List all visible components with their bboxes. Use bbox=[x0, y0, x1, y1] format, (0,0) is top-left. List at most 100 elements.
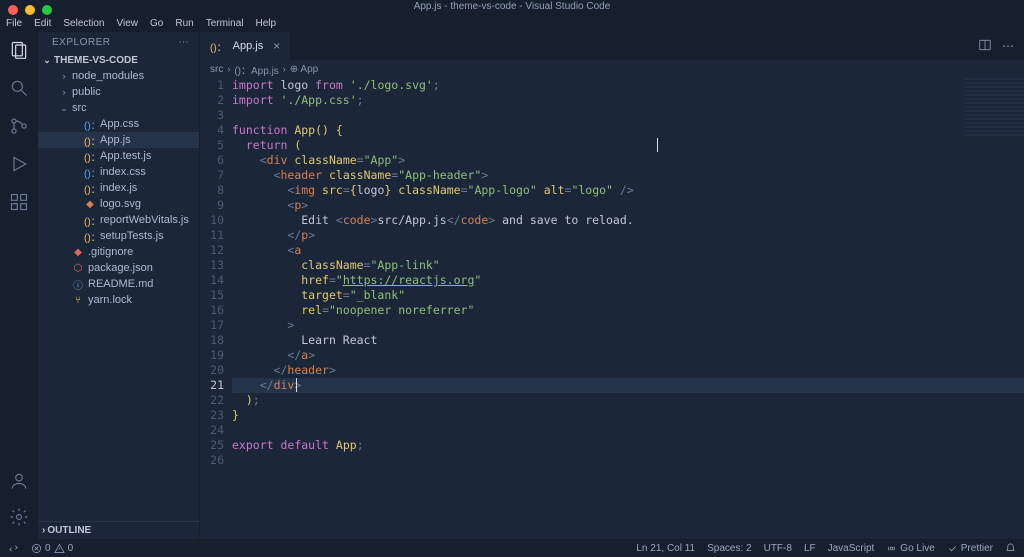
explorer-icon[interactable] bbox=[9, 40, 29, 60]
go-live[interactable]: Go Live bbox=[886, 543, 934, 554]
js-file-icon: ()： bbox=[84, 181, 96, 196]
code-line[interactable]: import './App.css'; bbox=[232, 93, 1024, 108]
code-line[interactable] bbox=[232, 453, 1024, 468]
menu-go[interactable]: Go bbox=[150, 18, 163, 29]
code-line[interactable]: <img src={logo} className="App-logo" alt… bbox=[232, 183, 1024, 198]
file-package-json[interactable]: ⬡package.json bbox=[38, 260, 199, 276]
notifications-icon[interactable] bbox=[1005, 543, 1016, 554]
code-line[interactable]: function App() { bbox=[232, 123, 1024, 138]
more-icon[interactable]: ⋯ bbox=[179, 37, 190, 48]
code-line[interactable]: <header className="App-header"> bbox=[232, 168, 1024, 183]
debug-icon[interactable] bbox=[9, 154, 29, 174]
code-line[interactable]: Learn React bbox=[232, 333, 1024, 348]
window-controls bbox=[8, 5, 52, 15]
title-bar: App.js - theme-vs-code - Visual Studio C… bbox=[0, 0, 1024, 14]
folder-node-modules[interactable]: ›node_modules bbox=[38, 68, 199, 84]
code-line[interactable]: href="https://reactjs.org" bbox=[232, 273, 1024, 288]
file-yarn-lock[interactable]: ⑂yarn.lock bbox=[38, 292, 199, 308]
indentation[interactable]: Spaces: 2 bbox=[707, 543, 751, 554]
code-line[interactable]: className="App-link" bbox=[232, 258, 1024, 273]
menu-terminal[interactable]: Terminal bbox=[206, 18, 244, 29]
file-reportwebvitals-js[interactable]: ()：reportWebVitals.js bbox=[38, 212, 199, 228]
file-index-css[interactable]: ()：index.css bbox=[38, 164, 199, 180]
file--gitignore[interactable]: ◆.gitignore bbox=[38, 244, 199, 260]
extensions-icon[interactable] bbox=[9, 192, 29, 212]
menu-view[interactable]: View bbox=[117, 18, 139, 29]
close-tab-icon[interactable]: × bbox=[273, 39, 280, 53]
code-line[interactable]: ); bbox=[232, 393, 1024, 408]
sidebar-title: EXPLORER ⋯ bbox=[38, 32, 199, 53]
code-editor[interactable]: 1234567891011121314151617181920212223242… bbox=[200, 78, 1024, 539]
file-readme-md[interactable]: ⓘREADME.md bbox=[38, 276, 199, 292]
code-content[interactable]: import logo from './logo.svg';import './… bbox=[232, 78, 1024, 539]
tab-app-js[interactable]: ()： App.js × bbox=[200, 32, 290, 60]
file-label: .gitignore bbox=[88, 246, 133, 258]
problems-indicator[interactable]: 0 0 bbox=[31, 543, 73, 554]
menu-run[interactable]: Run bbox=[175, 18, 193, 29]
language-mode[interactable]: JavaScript bbox=[828, 543, 875, 554]
code-line[interactable]: </a> bbox=[232, 348, 1024, 363]
prettier-status[interactable]: Prettier bbox=[947, 543, 993, 554]
code-line[interactable]: return ( bbox=[232, 138, 1024, 153]
file-label: node_modules bbox=[72, 70, 144, 82]
outline-header[interactable]: › OUTLINE bbox=[38, 521, 199, 539]
breadcrumb-segment[interactable]: ()：App.js bbox=[234, 62, 278, 77]
file-label: index.css bbox=[100, 166, 146, 178]
settings-gear-icon[interactable] bbox=[9, 507, 29, 527]
menu-help[interactable]: Help bbox=[256, 18, 277, 29]
code-line[interactable] bbox=[232, 108, 1024, 123]
code-line[interactable]: </header> bbox=[232, 363, 1024, 378]
chevron-icon: › bbox=[60, 87, 68, 97]
close-window-button[interactable] bbox=[8, 5, 18, 15]
minimize-window-button[interactable] bbox=[25, 5, 35, 15]
code-line[interactable]: <p> bbox=[232, 198, 1024, 213]
more-actions-icon[interactable]: ⋯ bbox=[1002, 39, 1014, 53]
sidebar: EXPLORER ⋯ ⌄ THEME-VS-CODE ›node_modules… bbox=[38, 32, 200, 539]
file-app-css[interactable]: ()：App.css bbox=[38, 116, 199, 132]
maximize-window-button[interactable] bbox=[42, 5, 52, 15]
tab-label: App.js bbox=[233, 40, 264, 52]
breadcrumb-segment[interactable]: ⊕ App bbox=[290, 64, 318, 75]
js-file-icon: ()： bbox=[84, 229, 96, 244]
menu-selection[interactable]: Selection bbox=[63, 18, 104, 29]
encoding[interactable]: UTF-8 bbox=[764, 543, 792, 554]
code-line[interactable]: </div> bbox=[232, 378, 1024, 393]
menu-bar: File Edit Selection View Go Run Terminal Help bbox=[0, 14, 1024, 32]
code-line[interactable]: <a bbox=[232, 243, 1024, 258]
source-control-icon[interactable] bbox=[9, 116, 29, 136]
cursor-position[interactable]: Ln 21, Col 11 bbox=[636, 543, 695, 554]
code-line[interactable] bbox=[232, 423, 1024, 438]
code-line[interactable]: } bbox=[232, 408, 1024, 423]
folder-public[interactable]: ›public bbox=[38, 84, 199, 100]
code-line[interactable]: export default App; bbox=[232, 438, 1024, 453]
code-line[interactable]: </p> bbox=[232, 228, 1024, 243]
file-logo-svg[interactable]: ◆logo.svg bbox=[38, 196, 199, 212]
file-label: index.js bbox=[100, 182, 137, 194]
project-header[interactable]: ⌄ THEME-VS-CODE bbox=[38, 53, 199, 68]
breadcrumb-segment[interactable]: src bbox=[210, 64, 223, 75]
folder-src[interactable]: ⌄src bbox=[38, 100, 199, 116]
file-index-js[interactable]: ()： index.js bbox=[38, 180, 199, 196]
remote-indicator[interactable] bbox=[8, 543, 19, 554]
search-icon[interactable] bbox=[9, 78, 29, 98]
file-app-js[interactable]: ()：App.js bbox=[38, 132, 199, 148]
file-app-test-js[interactable]: ()：App.test.js bbox=[38, 148, 199, 164]
line-numbers: 1234567891011121314151617181920212223242… bbox=[200, 78, 232, 539]
code-line[interactable]: import logo from './logo.svg'; bbox=[232, 78, 1024, 93]
menu-file[interactable]: File bbox=[6, 18, 22, 29]
chevron-down-icon: ⌄ bbox=[42, 55, 52, 66]
code-line[interactable]: <div className="App"> bbox=[232, 153, 1024, 168]
split-editor-icon[interactable] bbox=[978, 38, 992, 55]
file-tree: ›node_modules›public⌄src()：App.css()：App… bbox=[38, 68, 199, 521]
code-line[interactable]: Edit <code>src/App.js</code> and save to… bbox=[232, 213, 1024, 228]
menu-edit[interactable]: Edit bbox=[34, 18, 51, 29]
file-setuptests-js[interactable]: ()：setupTests.js bbox=[38, 228, 199, 244]
code-line[interactable]: rel="noopener noreferrer" bbox=[232, 303, 1024, 318]
minimap[interactable] bbox=[964, 78, 1024, 138]
code-line[interactable]: target="_blank" bbox=[232, 288, 1024, 303]
account-icon[interactable] bbox=[9, 471, 29, 491]
code-line[interactable]: > bbox=[232, 318, 1024, 333]
eol[interactable]: LF bbox=[804, 543, 816, 554]
breadcrumb[interactable]: src›()：App.js›⊕ App bbox=[200, 60, 1024, 78]
file-label: yarn.lock bbox=[88, 294, 132, 306]
